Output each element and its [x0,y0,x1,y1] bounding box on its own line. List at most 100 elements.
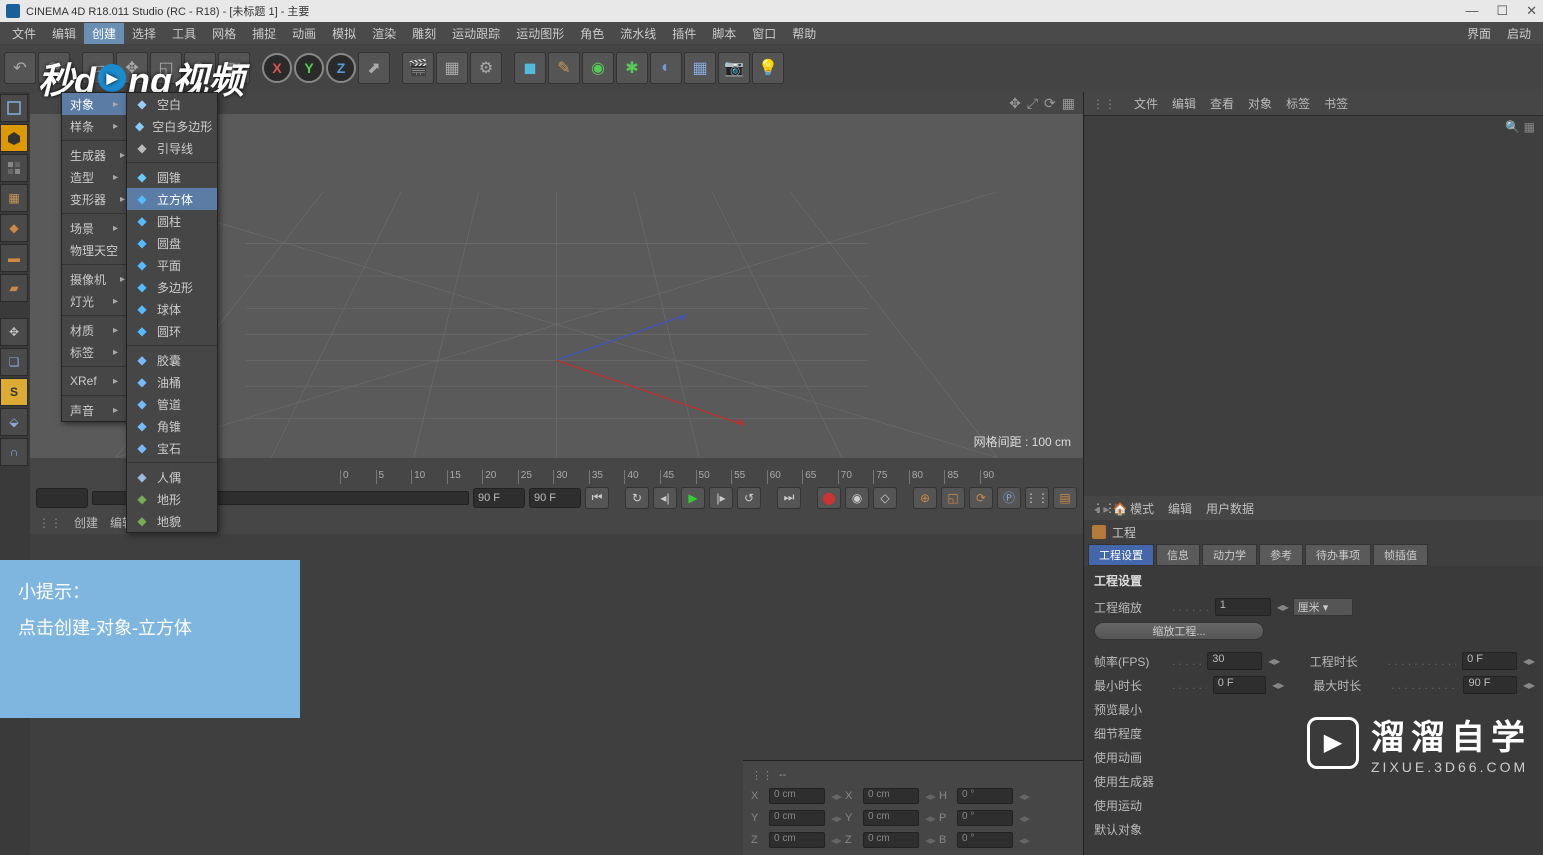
object-menu-空白多边形[interactable]: ◆空白多边形 [127,115,217,137]
material-tab-创建[interactable]: 创建 [74,514,98,531]
render-region-button[interactable]: ▦ [436,52,468,84]
object-menu-平面[interactable]: ◆平面 [127,254,217,276]
cube-primitive-button[interactable]: ◼ [514,52,546,84]
close-button[interactable]: ✕ [1526,3,1537,19]
menu-item-6[interactable]: 捕捉 [244,23,284,44]
texture-mode-button[interactable] [0,154,28,182]
max-time-input[interactable]: 90 F [1463,676,1517,694]
minimize-button[interactable]: — [1465,3,1478,19]
viewport-nav-icon[interactable]: ✥ [1009,95,1021,112]
obj-tab-编辑[interactable]: 编辑 [1172,95,1196,112]
polygon-mode-button[interactable]: ▰ [0,274,28,302]
magnet-button[interactable]: ∩ [0,438,28,466]
menu-item-3[interactable]: 选择 [124,23,164,44]
object-submenu-dropdown[interactable]: ◆空白◆空白多边形◆引导线◆圆锥◆立方体◆圆柱◆圆盘◆平面◆多边形◆球体◆圆环◆… [126,92,218,533]
object-menu-立方体[interactable]: ◆立方体 [127,188,217,210]
object-manager-body[interactable]: 🔍 ▦ [1084,116,1543,496]
menu-item-2[interactable]: 创建 [84,23,124,44]
goto-end-button[interactable]: ⏭ [777,487,801,509]
axis-mode-button[interactable]: ✥ [0,318,28,346]
project-length-input[interactable]: 0 F [1462,652,1517,670]
keyframe-sel-button[interactable]: ◇ [873,487,897,509]
fps-input[interactable]: 30 [1207,652,1262,670]
menu-item-13[interactable]: 角色 [572,23,612,44]
menu-item-5[interactable]: 网格 [204,23,244,44]
prev-key-button[interactable]: ◂| [653,487,677,509]
subdiv-button[interactable]: ◉ [582,52,614,84]
menu-item-10[interactable]: 雕刻 [404,23,444,44]
viewport-layout-icon[interactable]: ▦ [1062,95,1075,112]
menu-item-7[interactable]: 动画 [284,23,324,44]
search-icon[interactable]: 🔍 ▦ [1497,116,1543,138]
object-menu-多边形[interactable]: ◆多边形 [127,276,217,298]
object-menu-圆环[interactable]: ◆圆环 [127,320,217,342]
min-time-input[interactable]: 0 F [1213,676,1267,694]
attr-tab-待办事项[interactable]: 待办事项 [1305,544,1371,566]
menu-item-17[interactable]: 窗口 [744,23,784,44]
create-menu-材质[interactable]: 材质▸ [62,319,130,341]
axis-z-button[interactable]: Z [326,53,356,83]
viewport-rotate-icon[interactable]: ⟳ [1044,95,1056,112]
light-button[interactable]: 💡 [752,52,784,84]
viewport-solo-button[interactable]: ❏ [0,348,28,376]
object-menu-油桶[interactable]: ◆油桶 [127,371,217,393]
goto-start-button[interactable]: ⏮ [585,487,609,509]
create-menu-生成器[interactable]: 生成器▸ [62,144,130,166]
menu-item-16[interactable]: 脚本 [704,23,744,44]
create-menu-物理天空[interactable]: 物理天空▸ [62,239,130,261]
object-menu-地形[interactable]: ◆地形 [127,488,217,510]
pla-key-button[interactable]: ⋮⋮ [1025,487,1049,509]
viewport-zoom-icon[interactable]: ⤢ [1027,95,1038,112]
coord-row-Z[interactable]: Z0 cm◂▸Z0 cm◂▸B0 °◂▸ [751,829,1075,851]
menu-item-18[interactable]: 帮助 [784,23,824,44]
timeline-start-field[interactable] [36,488,88,508]
menu-item-11[interactable]: 运动跟踪 [444,23,508,44]
attr-nav-icons[interactable]: ◂ ▸ 🏠 ⬚ [1084,498,1543,520]
maximize-button[interactable]: ☐ [1496,3,1508,19]
attr-tab-动力学[interactable]: 动力学 [1202,544,1257,566]
panel-handle-icon[interactable]: ⋮⋮ [1092,97,1116,111]
menu-item-1[interactable]: 编辑 [44,23,84,44]
snap-button[interactable]: S [0,378,28,406]
workplane-snap-button[interactable]: ⬙ [0,408,28,436]
object-menu-球体[interactable]: ◆球体 [127,298,217,320]
project-scale-input[interactable]: 1 [1215,598,1271,616]
timeline-end-field[interactable]: 90 F [473,488,525,508]
coord-row-Y[interactable]: Y0 cm◂▸Y0 cm◂▸P0 °◂▸ [751,807,1075,829]
menu-item-14[interactable]: 流水线 [612,23,664,44]
create-menu-标签[interactable]: 标签▸ [62,341,130,363]
rot-key-button[interactable]: ⟳ [969,487,993,509]
point-mode-button[interactable]: ◆ [0,214,28,242]
menu-item-0[interactable]: 文件 [4,23,44,44]
render-view-button[interactable]: 🎬 [402,52,434,84]
object-menu-圆盘[interactable]: ◆圆盘 [127,232,217,254]
obj-tab-查看[interactable]: 查看 [1210,95,1234,112]
create-menu-对象[interactable]: 对象▸ [62,93,130,115]
deformer-button[interactable]: ◐ [650,52,682,84]
attr-tab-信息[interactable]: 信息 [1156,544,1200,566]
create-menu-样条[interactable]: 样条▸ [62,115,130,137]
object-menu-角锥[interactable]: ◆角锥 [127,415,217,437]
attr-tab-工程设置[interactable]: 工程设置 [1088,544,1154,566]
object-menu-圆柱[interactable]: ◆圆柱 [127,210,217,232]
object-menu-人偶[interactable]: ◆人偶 [127,466,217,488]
coord-row-X[interactable]: X0 cm◂▸X0 cm◂▸H0 °◂▸ [751,785,1075,807]
edge-mode-button[interactable]: ▬ [0,244,28,272]
object-menu-引导线[interactable]: ◆引导线 [127,137,217,159]
attr-tab-参考[interactable]: 参考 [1259,544,1303,566]
next-key-button[interactable]: |▸ [709,487,733,509]
object-menu-圆锥[interactable]: ◆圆锥 [127,166,217,188]
param-key-button[interactable]: Ⓟ [997,487,1021,509]
create-menu-造型[interactable]: 造型▸ [62,166,130,188]
next-frame-button[interactable]: ↺ [737,487,761,509]
play-button[interactable]: ▶ [681,487,705,509]
attr-tab-帧插值[interactable]: 帧插值 [1373,544,1428,566]
timeline-current-field[interactable]: 90 F [529,488,581,508]
pen-button[interactable]: ✎ [548,52,580,84]
undo-button[interactable]: ↶ [4,52,36,84]
menu-item-8[interactable]: 模拟 [324,23,364,44]
make-editable-button[interactable] [0,94,28,122]
menu-item-15[interactable]: 插件 [664,23,704,44]
record-key-button[interactable]: ⬤ [817,487,841,509]
workplane-button[interactable]: ▦ [0,184,28,212]
